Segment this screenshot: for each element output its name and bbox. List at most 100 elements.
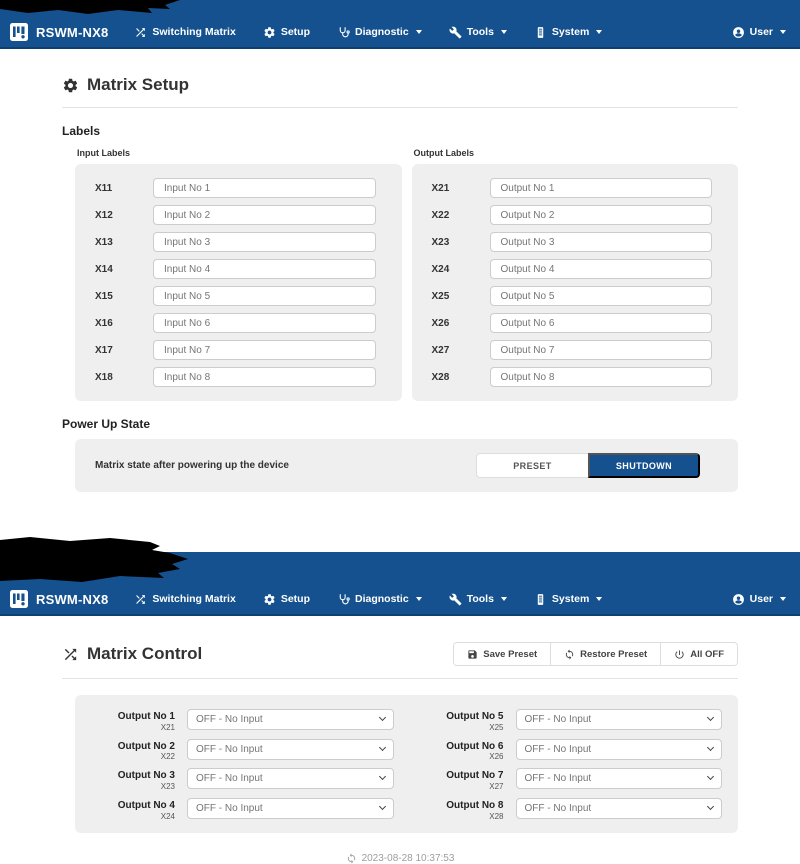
- input-label-input-x18[interactable]: [153, 367, 376, 387]
- output-row: Output No 6X26 OFF - No Input: [420, 739, 723, 762]
- nav-item-label: Tools: [467, 593, 494, 605]
- nav-item-setup[interactable]: Setup: [263, 26, 310, 39]
- input-label-input-x14[interactable]: [153, 259, 376, 279]
- gear-icon: [263, 26, 276, 39]
- shuffle-icon: [134, 593, 147, 606]
- input-label-input-x11[interactable]: [153, 178, 376, 198]
- output-label-row: X28: [432, 367, 713, 387]
- output-label-input-x24[interactable]: [490, 259, 713, 279]
- nav-item-diagnostic[interactable]: Diagnostic: [337, 593, 422, 606]
- input-label-input-x13[interactable]: [153, 232, 376, 252]
- user-menu-label: User: [750, 593, 773, 605]
- output-source-select-x25[interactable]: OFF - No Input: [516, 709, 723, 730]
- output-source-select-x22[interactable]: OFF - No Input: [187, 739, 394, 760]
- output-source-select-x21[interactable]: OFF - No Input: [187, 709, 394, 730]
- output-row: Output No 3X23 OFF - No Input: [91, 768, 394, 791]
- output-port: X27: [420, 782, 504, 791]
- output-source-select-x24[interactable]: OFF - No Input: [187, 798, 394, 819]
- output-port: X28: [420, 812, 504, 821]
- gear-icon: [263, 593, 276, 606]
- output-name: Output No 3: [91, 770, 175, 782]
- output-name: Output No 4: [91, 800, 175, 812]
- powerup-option-shutdown[interactable]: SHUTDOWN: [588, 453, 700, 478]
- chevron-down-icon: [501, 30, 507, 34]
- port-id: X18: [95, 372, 153, 383]
- powerup-card: Matrix state after powering up the devic…: [75, 439, 738, 492]
- output-labels-heading: Output Labels: [414, 148, 739, 158]
- output-label-input-x28[interactable]: [490, 367, 713, 387]
- output-port: X22: [91, 752, 175, 761]
- output-name: Output No 7: [420, 770, 504, 782]
- output-row: Output No 5X25OFF - No Input: [420, 709, 723, 732]
- output-label-input-x21[interactable]: [490, 178, 713, 198]
- output-name: Output No 8: [420, 800, 504, 812]
- port-id: X11: [95, 183, 153, 194]
- matrix-device-logo-icon: [10, 590, 28, 608]
- output-label-input-x23[interactable]: [490, 232, 713, 252]
- input-label-row: X16: [95, 313, 376, 333]
- nav-item-system[interactable]: System: [534, 593, 602, 606]
- port-id: X26: [432, 318, 490, 329]
- port-id: X14: [95, 264, 153, 275]
- output-label: Output No 6X26: [420, 739, 504, 762]
- matrix-control-card: Output No 1X21OFF - No InputOutput No 5X…: [75, 695, 738, 833]
- port-id: X17: [95, 345, 153, 356]
- brand[interactable]: RSWM-NX8: [10, 23, 108, 41]
- output-label-input-x22[interactable]: [490, 205, 713, 225]
- user-icon: [732, 26, 745, 39]
- input-label-input-x15[interactable]: [153, 286, 376, 306]
- nav-item-label: Diagnostic: [355, 593, 409, 605]
- input-label-row: X17: [95, 340, 376, 360]
- input-label-row: X13: [95, 232, 376, 252]
- input-label-row: X14: [95, 259, 376, 279]
- nav-item-label: Switching Matrix: [152, 26, 235, 38]
- input-label-input-x12[interactable]: [153, 205, 376, 225]
- gear-icon: [62, 77, 79, 94]
- port-id: X13: [95, 237, 153, 248]
- restore-preset-button[interactable]: Restore Preset: [550, 643, 660, 665]
- output-label-input-x26[interactable]: [490, 313, 713, 333]
- port-id: X21: [432, 183, 490, 194]
- input-label-input-x16[interactable]: [153, 313, 376, 333]
- output-name: Output No 6: [420, 741, 504, 753]
- nav-item-label: Switching Matrix: [152, 593, 235, 605]
- nav-item-system[interactable]: System: [534, 26, 602, 39]
- all-off-button[interactable]: All OFF: [660, 643, 737, 665]
- nav-item-switching-matrix[interactable]: Switching Matrix: [134, 26, 235, 39]
- brand[interactable]: RSWM-NX8: [10, 590, 108, 608]
- page-title-matrix-setup: Matrix Setup: [62, 75, 738, 95]
- wrench-icon: [449, 593, 462, 606]
- matrix-setup-content: Matrix Setup Labels Input Labels X11X12X…: [0, 75, 800, 542]
- chevron-down-icon: [780, 597, 786, 601]
- output-source-select-x23[interactable]: OFF - No Input: [187, 768, 394, 789]
- user-icon: [732, 593, 745, 606]
- output-source-select-x26[interactable]: OFF - No Input: [516, 739, 723, 760]
- input-label-row: X15: [95, 286, 376, 306]
- nav-item-setup[interactable]: Setup: [263, 593, 310, 606]
- output-label-input-x27[interactable]: [490, 340, 713, 360]
- nav-item-switching-matrix[interactable]: Switching Matrix: [134, 593, 235, 606]
- user-menu[interactable]: User: [732, 593, 786, 606]
- port-id: X16: [95, 318, 153, 329]
- powerup-option-preset[interactable]: PRESET: [476, 453, 588, 478]
- output-name: Output No 5: [420, 711, 504, 723]
- nav-item-tools[interactable]: Tools: [449, 593, 507, 606]
- output-source-select-x28[interactable]: OFF - No Input: [516, 798, 723, 819]
- output-source-select-x27[interactable]: OFF - No Input: [516, 768, 723, 789]
- save-preset-button[interactable]: Save Preset: [454, 643, 550, 665]
- powerup-toggle-group: PRESETSHUTDOWN: [476, 453, 700, 478]
- brand-name: RSWM-NX8: [36, 25, 108, 40]
- port-id: X23: [432, 237, 490, 248]
- port-id: X15: [95, 291, 153, 302]
- chevron-down-icon: [780, 30, 786, 34]
- output-label-row: X22: [432, 205, 713, 225]
- shuffle-icon: [134, 26, 147, 39]
- output-port: X23: [91, 782, 175, 791]
- output-label: Output No 2X22: [91, 739, 175, 762]
- output-label-input-x25[interactable]: [490, 286, 713, 306]
- user-menu[interactable]: User: [732, 26, 786, 39]
- navbar-setup-page: RSWM-NX8 Switching Matrix Setup Diagnostic…: [0, 0, 800, 49]
- nav-item-diagnostic[interactable]: Diagnostic: [337, 26, 422, 39]
- input-label-input-x17[interactable]: [153, 340, 376, 360]
- nav-item-tools[interactable]: Tools: [449, 26, 507, 39]
